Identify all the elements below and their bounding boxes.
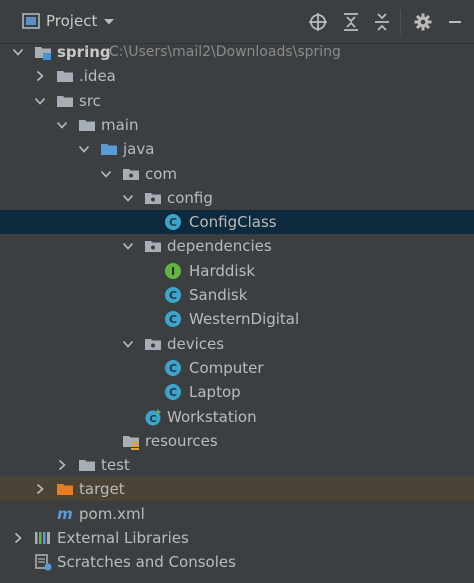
module-folder-icon — [34, 43, 52, 61]
svg-text:m: m — [57, 505, 73, 523]
tree-item[interactable]: External Libraries — [0, 526, 474, 550]
tree-item-label: main — [101, 115, 139, 134]
tree-item[interactable]: C WesternDigital — [0, 307, 474, 331]
tree-item[interactable]: C ConfigClass — [0, 210, 474, 235]
package-icon — [144, 237, 162, 255]
module-path: C:\Users\mail2\Downloads\spring — [109, 44, 341, 60]
class-icon: C — [164, 359, 182, 377]
tree-item[interactable]: test — [0, 453, 474, 477]
source-folder-icon — [100, 140, 118, 158]
chevron-down-icon[interactable] — [122, 240, 134, 252]
svg-text:C: C — [169, 216, 177, 229]
tree-item-label: ConfigClass — [189, 213, 277, 232]
expand-all-icon[interactable] — [341, 12, 361, 32]
class-icon: C — [164, 383, 182, 401]
tree-item-label: spring — [57, 43, 111, 61]
folder-icon — [78, 116, 96, 134]
tree-item-label: resources — [145, 431, 218, 450]
tree-item[interactable]: devices — [0, 332, 474, 356]
tool-window-title[interactable]: Project — [46, 12, 97, 30]
locate-icon[interactable] — [308, 12, 328, 32]
tree-item-label: src — [79, 91, 101, 110]
main-class-icon: C — [144, 408, 162, 426]
tree-item[interactable]: .idea — [0, 64, 474, 88]
tree-item[interactable]: src — [0, 89, 474, 113]
svg-text:C: C — [169, 386, 177, 399]
tree-item[interactable]: C Sandisk — [0, 283, 474, 307]
chevron-down-icon[interactable] — [56, 119, 68, 131]
class-icon: C — [164, 213, 182, 231]
tree-item[interactable]: I Harddisk — [0, 259, 474, 283]
tree-item-label: config — [167, 188, 213, 207]
resources-folder-icon — [122, 432, 140, 450]
tree-item-label: WesternDigital — [189, 310, 300, 329]
tree-item-label: com — [145, 164, 178, 183]
tree-item-label: target — [79, 480, 125, 499]
tree-item-label: dependencies — [167, 237, 272, 256]
tree-item[interactable]: config — [0, 186, 474, 210]
tree-item-label: Workstation — [167, 407, 257, 426]
tree-item[interactable]: Scratches and Consoles — [0, 550, 474, 574]
chevron-right-icon[interactable] — [34, 70, 46, 82]
scratches-icon — [34, 553, 52, 571]
chevron-down-icon[interactable] — [34, 95, 46, 107]
chevron-down-icon[interactable] — [100, 168, 112, 180]
excluded-folder-icon — [56, 480, 74, 498]
tree-item[interactable]: C Workstation — [0, 405, 474, 429]
tree-item-label: Computer — [189, 358, 264, 377]
chevron-down-icon[interactable] — [78, 143, 90, 155]
tree-item-label: test — [101, 456, 130, 475]
libraries-icon — [34, 529, 52, 547]
tree-item[interactable]: spring C:\Users\mail2\Downloads\spring — [0, 40, 474, 64]
gear-icon[interactable] — [413, 12, 433, 32]
tree-item[interactable]: m pom.xml — [0, 502, 474, 526]
tree-item-label: Scratches and Consoles — [57, 553, 236, 572]
svg-text:C: C — [169, 362, 177, 375]
tree-item[interactable]: dependencies — [0, 234, 474, 258]
chevron-right-icon[interactable] — [34, 483, 46, 495]
tree-item[interactable]: java — [0, 137, 474, 161]
tree-item[interactable]: com — [0, 162, 474, 186]
folder-icon — [56, 92, 74, 110]
project-tool-window-header: Project — [0, 0, 474, 44]
tree-item-label: .idea — [79, 67, 116, 86]
tree-item[interactable]: resources — [0, 429, 474, 453]
class-icon: C — [164, 310, 182, 328]
svg-text:C: C — [169, 289, 177, 302]
project-view-icon — [22, 13, 40, 29]
package-icon — [144, 335, 162, 353]
tree-item-label: devices — [167, 334, 225, 353]
folder-icon — [78, 456, 96, 474]
tree-item-label: External Libraries — [57, 529, 189, 547]
minimize-icon[interactable] — [445, 12, 465, 32]
maven-icon: m — [56, 505, 74, 523]
tree-item-label: Harddisk — [189, 261, 256, 280]
tree-item-label: Sandisk — [189, 286, 248, 304]
folder-icon — [56, 67, 74, 85]
chevron-down-icon[interactable] — [122, 338, 134, 350]
chevron-right-icon[interactable] — [12, 532, 24, 544]
class-icon: C — [164, 286, 182, 304]
tree-item-label: Laptop — [189, 383, 241, 402]
svg-text:C: C — [149, 414, 156, 425]
collapse-all-icon[interactable] — [372, 12, 392, 32]
tree-item[interactable]: C Computer — [0, 356, 474, 380]
svg-text:C: C — [169, 313, 177, 326]
package-icon — [122, 165, 140, 183]
chevron-down-icon[interactable] — [103, 18, 115, 26]
tree-item[interactable]: target — [0, 477, 474, 502]
package-icon — [144, 189, 162, 207]
tree-item[interactable]: C Laptop — [0, 380, 474, 404]
tree-item[interactable]: main — [0, 113, 474, 137]
chevron-down-icon[interactable] — [122, 192, 134, 204]
svg-text:I: I — [171, 265, 175, 278]
interface-icon: I — [164, 262, 182, 280]
chevron-down-icon[interactable] — [12, 46, 24, 58]
tree-item-label: pom.xml — [79, 504, 145, 523]
toolbar-separator — [400, 10, 401, 34]
tree-item-label: java — [123, 140, 155, 159]
chevron-right-icon[interactable] — [56, 459, 68, 471]
